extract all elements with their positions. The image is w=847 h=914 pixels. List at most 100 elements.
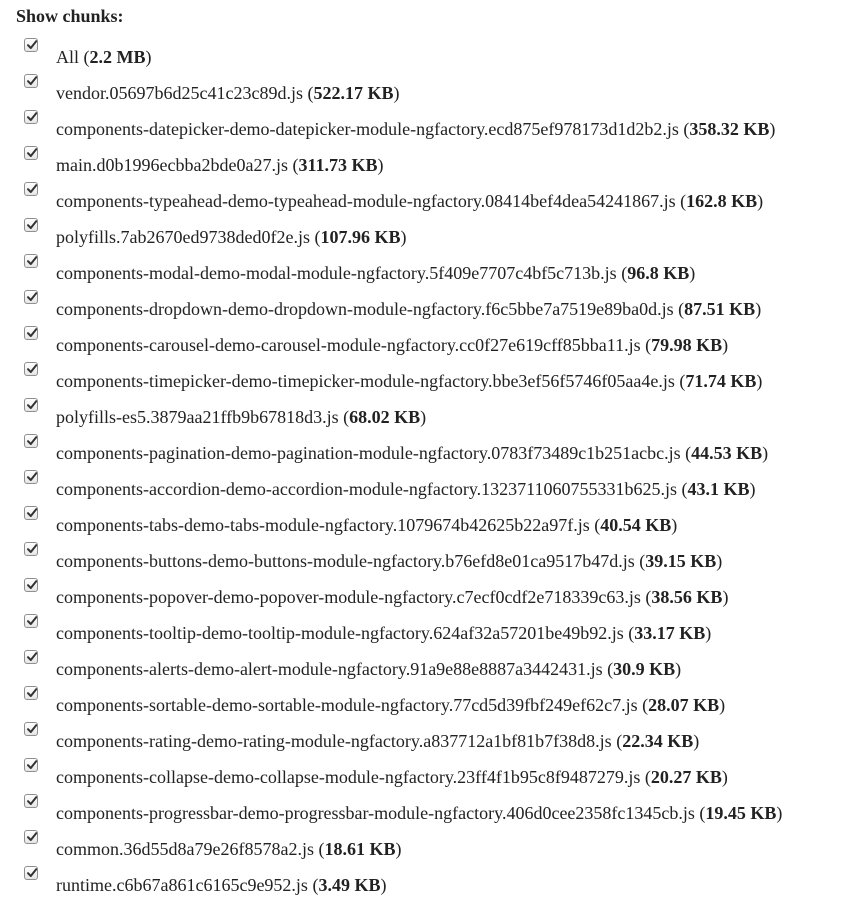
chunk-checkbox[interactable]: [24, 506, 38, 520]
paren-close: ): [722, 587, 729, 607]
chunk-name: components-buttons-demo-buttons-module-n…: [56, 551, 635, 571]
chunk-label[interactable]: components-popover-demo-popover-module-n…: [56, 587, 728, 607]
paren-close: ): [716, 551, 723, 571]
checkmark-icon: [27, 472, 38, 481]
chunk-checkbox[interactable]: [24, 182, 38, 196]
paren-close: ): [757, 191, 764, 211]
paren-open: (: [637, 695, 649, 715]
checkmark-icon: [27, 220, 38, 229]
checkmark-icon: [27, 400, 38, 409]
chunk-name: main.d0b1996ecbba2bde0a27.js: [56, 155, 288, 175]
chunk-row: polyfills-es5.3879aa21ffb9b67818d3.js (6…: [16, 396, 847, 432]
chunk-checkbox[interactable]: [24, 434, 38, 448]
chunk-size: 20.27 KB: [650, 767, 722, 787]
chunk-checkbox[interactable]: [24, 830, 38, 844]
checkmark-icon: [27, 328, 38, 337]
chunk-checkbox[interactable]: [24, 326, 38, 340]
chunk-checkbox[interactable]: [24, 650, 38, 664]
chunk-checkbox[interactable]: [24, 578, 38, 592]
chunks-list: All (2.2 MB) vendor.05697b6d25c41c23c89d…: [16, 36, 847, 900]
chunk-label[interactable]: components-dropdown-demo-dropdown-module…: [56, 299, 761, 319]
paren-open: (: [677, 479, 688, 499]
chunk-checkbox[interactable]: [24, 290, 38, 304]
chunk-label[interactable]: runtime.c6b67a861c6165c9e952.js (3.49 KB…: [56, 875, 386, 895]
paren-open: (: [313, 839, 325, 859]
chunk-checkbox[interactable]: [24, 254, 38, 268]
chunk-label[interactable]: components-modal-demo-modal-module-ngfac…: [56, 263, 695, 283]
paren-close: ): [400, 227, 407, 247]
chunk-label[interactable]: components-rating-demo-rating-module-ngf…: [56, 731, 699, 751]
chunk-checkbox[interactable]: [24, 794, 38, 808]
chunk-size: 28.07 KB: [648, 695, 720, 715]
chunk-size: 30.9 KB: [613, 659, 676, 679]
chunk-row: runtime.c6b67a861c6165c9e952.js (3.49 KB…: [16, 864, 847, 900]
checkmark-icon: [27, 112, 38, 121]
chunk-label[interactable]: components-carousel-demo-carousel-module…: [56, 335, 728, 355]
chunk-label[interactable]: components-alerts-demo-alert-module-ngfa…: [56, 659, 681, 679]
checkmark-icon: [27, 544, 38, 553]
chunk-label[interactable]: main.d0b1996ecbba2bde0a27.js (311.73 KB): [56, 155, 383, 175]
chunk-checkbox[interactable]: [24, 110, 38, 124]
chunk-label[interactable]: components-tabs-demo-tabs-module-ngfacto…: [56, 515, 677, 535]
chunk-checkbox[interactable]: [24, 362, 38, 376]
show-chunks-heading: Show chunks:: [16, 6, 124, 26]
chunk-checkbox[interactable]: [24, 38, 38, 52]
checkmark-icon: [27, 76, 38, 85]
chunk-size: 107.96 KB: [320, 227, 401, 247]
chunk-checkbox[interactable]: [24, 470, 38, 484]
paren-open: (: [616, 263, 628, 283]
paren-close: ): [762, 443, 769, 463]
chunk-label[interactable]: polyfills-es5.3879aa21ffb9b67818d3.js (6…: [56, 407, 426, 427]
chunk-label[interactable]: vendor.05697b6d25c41c23c89d.js (522.17 K…: [56, 83, 399, 103]
paren-close: ): [380, 875, 387, 895]
paren-open: (: [674, 371, 686, 391]
checkmark-icon: [27, 868, 38, 877]
chunk-label[interactable]: components-collapse-demo-collapse-module…: [56, 767, 728, 787]
chunk-row: components-alerts-demo-alert-module-ngfa…: [16, 648, 847, 684]
chunk-name: components-pagination-demo-pagination-mo…: [56, 443, 681, 463]
chunk-label[interactable]: components-progressbar-demo-progressbar-…: [56, 803, 782, 823]
chunk-label[interactable]: components-datepicker-demo-datepicker-mo…: [56, 119, 775, 139]
chunk-row: components-sortable-demo-sortable-module…: [16, 684, 847, 720]
checkmark-icon: [27, 184, 38, 193]
chunk-row: components-progressbar-demo-progressbar-…: [16, 792, 847, 828]
paren-close: ): [145, 47, 152, 67]
chunk-checkbox[interactable]: [24, 398, 38, 412]
chunk-row: components-modal-demo-modal-module-ngfac…: [16, 252, 847, 288]
chunk-checkbox[interactable]: [24, 686, 38, 700]
checkmark-icon: [27, 652, 38, 661]
chunk-label[interactable]: components-typeahead-demo-typeahead-modu…: [56, 191, 763, 211]
chunk-checkbox[interactable]: [24, 614, 38, 628]
chunk-label[interactable]: components-tooltip-demo-tooltip-module-n…: [56, 623, 711, 643]
chunk-size: 96.8 KB: [627, 263, 690, 283]
chunk-name: components-sortable-demo-sortable-module…: [56, 695, 638, 715]
chunk-row: polyfills.7ab2670ed9738ded0f2e.js (107.9…: [16, 216, 847, 252]
chunk-size: 311.73 KB: [298, 155, 378, 175]
chunk-name: common.36d55d8a79e26f8578a2.js: [56, 839, 314, 859]
chunk-checkbox[interactable]: [24, 74, 38, 88]
chunk-checkbox[interactable]: [24, 758, 38, 772]
chunk-label[interactable]: components-pagination-demo-pagination-mo…: [56, 443, 768, 463]
chunk-name: polyfills.7ab2670ed9738ded0f2e.js: [56, 227, 310, 247]
chunk-name: components-datepicker-demo-datepicker-mo…: [56, 119, 679, 139]
chunk-size: 18.61 KB: [324, 839, 396, 859]
chunk-checkbox[interactable]: [24, 866, 38, 880]
checkmark-icon: [27, 688, 38, 697]
chunk-checkbox[interactable]: [24, 218, 38, 232]
paren-open: (: [602, 659, 614, 679]
checkmark-icon: [27, 436, 38, 445]
paren-close: ): [377, 155, 384, 175]
paren-open: (: [309, 227, 321, 247]
chunk-label[interactable]: components-buttons-demo-buttons-module-n…: [56, 551, 722, 571]
chunk-label[interactable]: polyfills.7ab2670ed9738ded0f2e.js (107.9…: [56, 227, 406, 247]
chunk-checkbox[interactable]: [24, 722, 38, 736]
chunk-label[interactable]: common.36d55d8a79e26f8578a2.js (18.61 KB…: [56, 839, 401, 859]
checkmark-icon: [27, 40, 38, 49]
chunk-checkbox[interactable]: [24, 146, 38, 160]
chunk-label[interactable]: components-accordion-demo-accordion-modu…: [56, 479, 756, 499]
paren-open: (: [675, 191, 687, 211]
chunk-label[interactable]: All (2.2 MB): [56, 47, 152, 67]
chunk-checkbox[interactable]: [24, 542, 38, 556]
chunk-label[interactable]: components-timepicker-demo-timepicker-mo…: [56, 371, 762, 391]
chunk-label[interactable]: components-sortable-demo-sortable-module…: [56, 695, 725, 715]
